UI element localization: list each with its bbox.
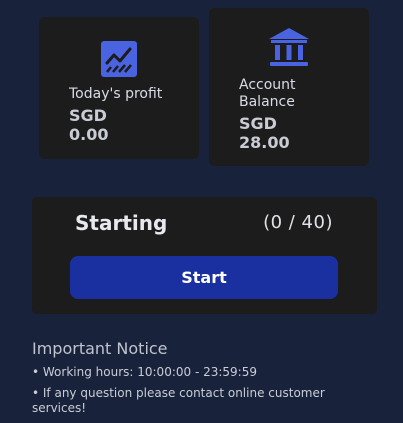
todays-profit-amount: SGD 0.00 xyxy=(69,106,108,144)
todays-profit-currency: SGD xyxy=(69,106,107,125)
account-balance-amount: SGD 28.00 xyxy=(239,114,290,152)
account-balance-label: Account Balance xyxy=(239,77,296,110)
notice-item-working-hours: • Working hours: 10:00:00 - 23:59:59 xyxy=(32,365,257,379)
account-balance-card: Account Balance SGD 28.00 xyxy=(209,8,369,166)
important-notice: Important Notice • Working hours: 10:00:… xyxy=(32,339,352,422)
start-button[interactable]: Start xyxy=(70,256,338,299)
todays-profit-label: Today's profit xyxy=(69,86,163,102)
account-balance-currency: SGD xyxy=(239,114,277,133)
account-balance-value: 28.00 xyxy=(239,133,290,152)
todays-profit-card: Today's profit SGD 0.00 xyxy=(39,17,199,159)
bank-icon xyxy=(269,28,309,66)
task-progress-counter: (0 / 40) xyxy=(263,212,333,233)
task-status-title: Starting xyxy=(75,211,168,235)
chart-up-icon xyxy=(101,41,137,77)
notice-item-contact-support: • If any question please contact online … xyxy=(32,386,325,415)
notice-title: Important Notice xyxy=(32,339,168,358)
todays-profit-value: 0.00 xyxy=(69,125,109,144)
start-task-panel: Starting (0 / 40) Start xyxy=(32,197,377,314)
